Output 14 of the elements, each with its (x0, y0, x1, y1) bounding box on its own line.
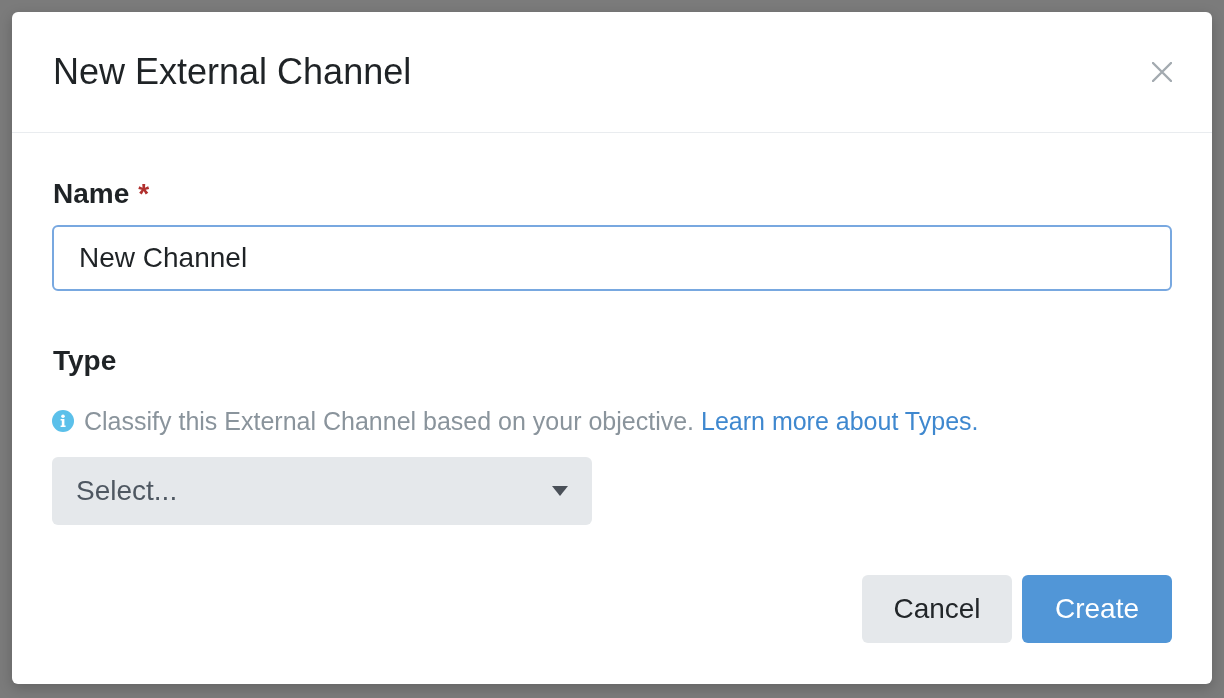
close-icon (1152, 62, 1172, 82)
caret-icon (552, 486, 568, 497)
info-icon (52, 410, 74, 433)
field-label: Type (53, 343, 117, 378)
close-button[interactable] (1152, 62, 1172, 82)
field-label: Name (53, 177, 130, 211)
dialog-title: New External Channel (53, 50, 412, 94)
required-mark: * (138, 177, 150, 211)
learn-more-link[interactable]: Learn more about Types. (701, 407, 979, 436)
cancel-button[interactable]: Cancel (862, 575, 1012, 644)
type-select[interactable]: Select... (52, 457, 592, 526)
create-button[interactable]: Create (1022, 575, 1172, 644)
name-input[interactable]: New Channel (52, 224, 1172, 291)
hint-text: Classify this External Channel based on your objective. Learn more about Types. (84, 406, 979, 437)
